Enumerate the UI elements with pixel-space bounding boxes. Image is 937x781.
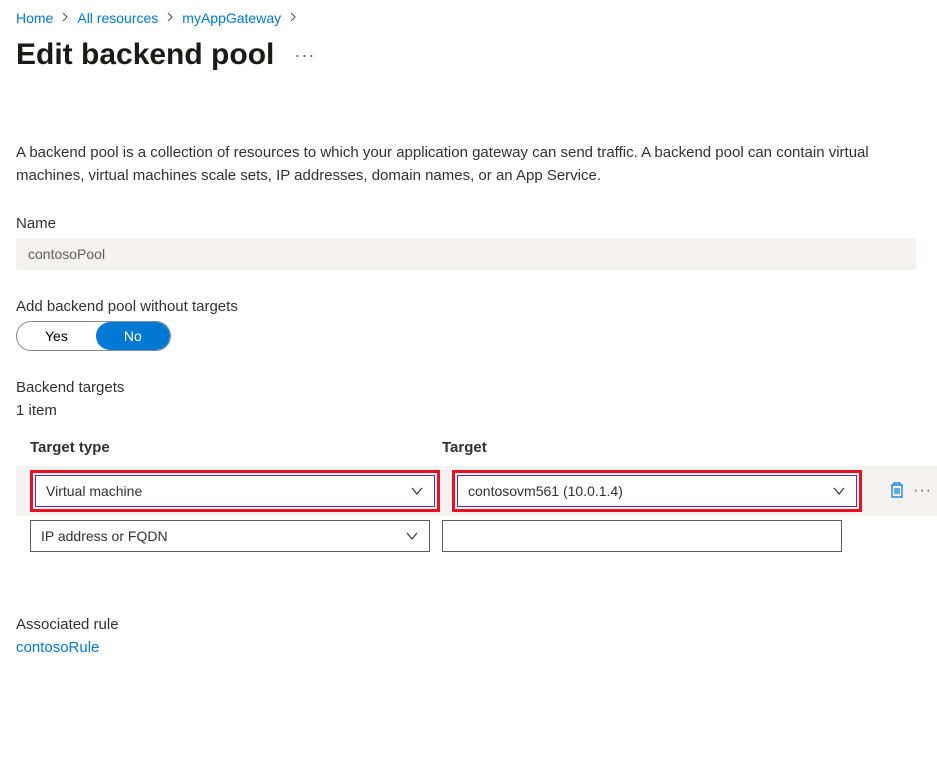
column-target-type: Target type [30, 439, 430, 456]
backend-targets-label: Backend targets [16, 379, 921, 396]
toggle-no[interactable]: No [96, 322, 170, 350]
target-row-new: IP address or FQDN [16, 516, 916, 556]
without-targets-toggle: Yes No [16, 321, 171, 351]
chevron-down-icon [410, 483, 424, 499]
chevron-down-icon [405, 528, 419, 544]
new-target-type-value: IP address or FQDN [41, 528, 168, 544]
toggle-yes[interactable]: Yes [17, 322, 96, 350]
page-title: Edit backend pool [16, 38, 274, 72]
delete-icon[interactable] [889, 481, 905, 502]
target-row: Virtual machine contosovm561 (10.0.1.4) … [16, 466, 937, 516]
target-value: contosovm561 (10.0.1.4) [468, 483, 623, 499]
without-targets-label: Add backend pool without targets [16, 298, 921, 315]
breadcrumb-home[interactable]: Home [16, 10, 53, 26]
target-select[interactable]: contosovm561 (10.0.1.4) [457, 475, 857, 507]
item-count: 1 item [16, 402, 921, 419]
associated-rule-link[interactable]: contosoRule [16, 639, 99, 656]
chevron-right-icon [61, 11, 69, 25]
chevron-down-icon [832, 483, 846, 499]
chevron-right-icon [166, 11, 174, 25]
new-target-type-select[interactable]: IP address or FQDN [30, 520, 430, 552]
target-type-value: Virtual machine [46, 483, 142, 499]
name-input[interactable] [16, 238, 916, 270]
new-target-input[interactable] [442, 520, 842, 552]
more-actions-button[interactable]: ··· [294, 45, 315, 66]
description-text: A backend pool is a collection of resour… [16, 142, 916, 187]
breadcrumb-gateway[interactable]: myAppGateway [182, 10, 281, 26]
column-target: Target [442, 439, 842, 456]
associated-rule-label: Associated rule [16, 616, 921, 633]
breadcrumb-all-resources[interactable]: All resources [77, 10, 158, 26]
breadcrumb: Home All resources myAppGateway [16, 10, 921, 26]
row-more-button[interactable]: ··· [913, 482, 932, 500]
chevron-right-icon [289, 11, 297, 25]
name-label: Name [16, 215, 921, 232]
target-type-select[interactable]: Virtual machine [35, 475, 435, 507]
targets-table: Target type Target Virtual machine conto… [16, 439, 916, 556]
